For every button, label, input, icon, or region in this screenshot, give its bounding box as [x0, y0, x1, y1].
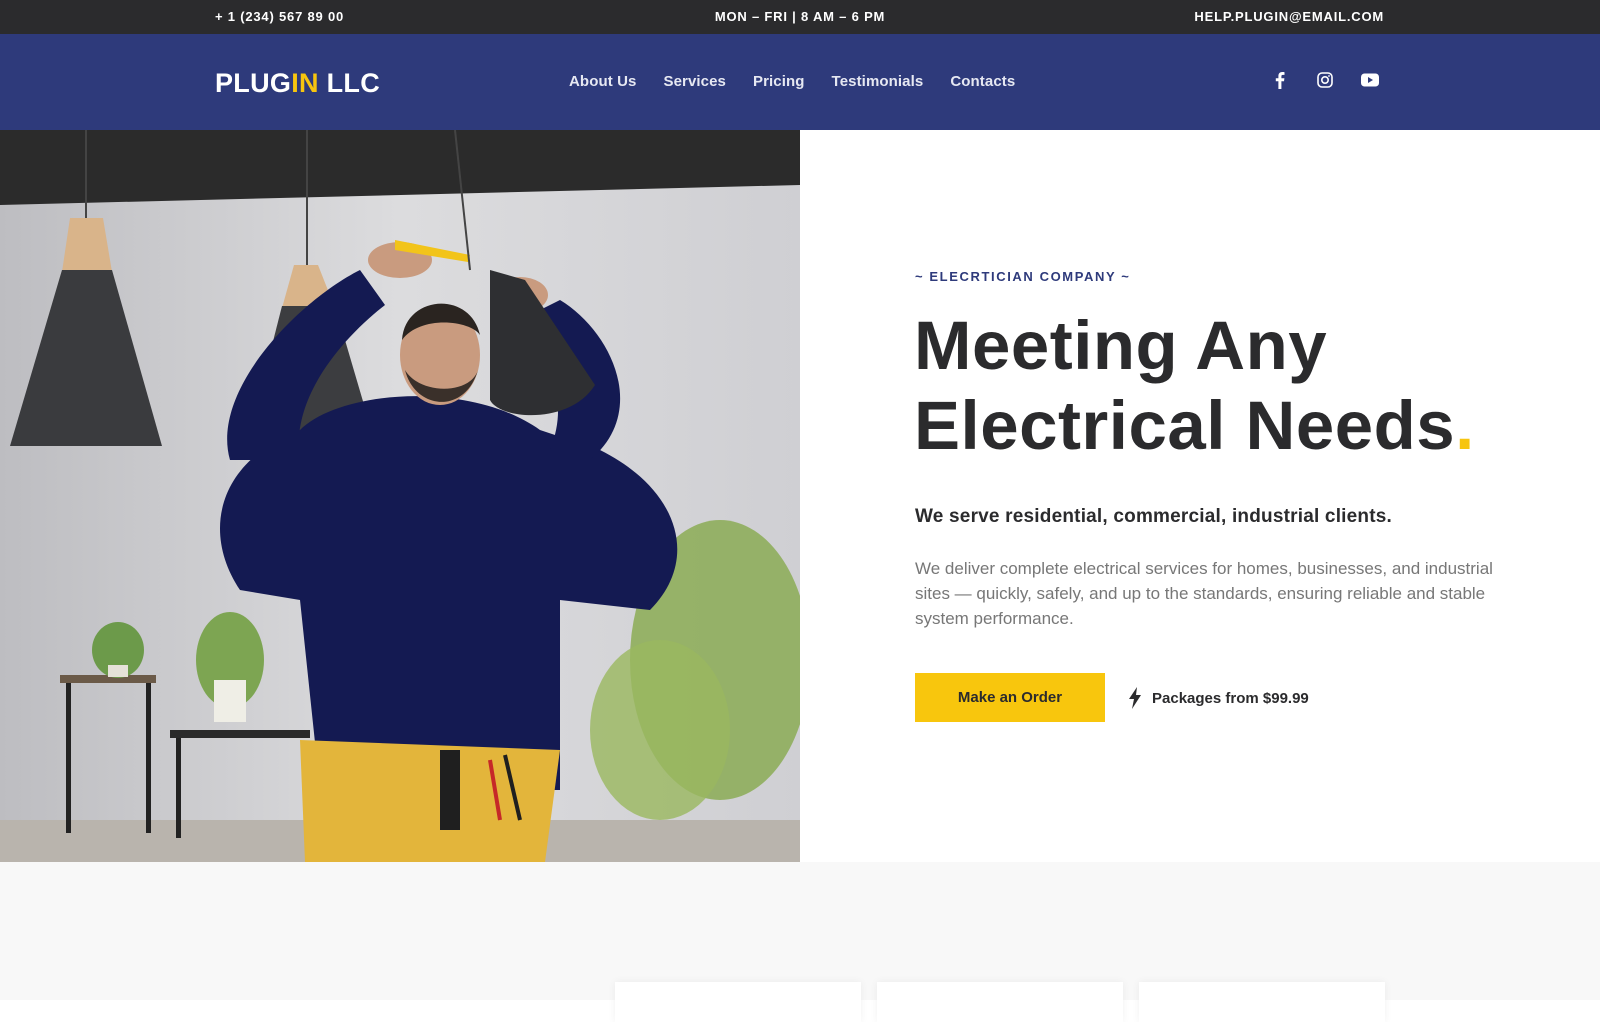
headline-line-1: Meeting Any	[914, 307, 1328, 384]
instagram-icon[interactable]	[1315, 70, 1335, 90]
hero-subheading: We serve residential, commercial, indust…	[915, 506, 1392, 527]
hero-content: ~ ELECRTICIAN COMPANY ~ Meeting Any Elec…	[800, 130, 1600, 862]
hero-photo-illustration	[0, 130, 800, 862]
nav-about-us[interactable]: About Us	[569, 73, 636, 90]
nav-contacts[interactable]: Contacts	[950, 73, 1015, 90]
services-section	[0, 862, 1600, 1022]
hero-image	[0, 130, 800, 862]
top-info-bar: MON – FRI | 8 AM – 6 PM + 1 (234) 567 89…	[0, 0, 1600, 34]
main-nav: About Us Services Pricing Testimonials C…	[569, 73, 1015, 90]
nav-testimonials[interactable]: Testimonials	[832, 73, 924, 90]
youtube-icon[interactable]	[1360, 70, 1380, 90]
hero-description: We deliver complete electrical services …	[915, 559, 1493, 628]
logo-text-plug: PLUG	[215, 68, 292, 98]
nav-pricing[interactable]: Pricing	[753, 73, 805, 90]
headline-accent-dot: .	[1455, 387, 1475, 464]
phone-link[interactable]: + 1 (234) 567 89 00	[215, 9, 344, 24]
packages-label: Packages from $99.99	[1152, 689, 1309, 707]
hero-eyebrow: ~ ELECRTICIAN COMPANY ~	[915, 269, 1131, 284]
make-order-button[interactable]: Make an Order	[915, 673, 1105, 722]
logo-text-llc: LLC	[318, 68, 380, 98]
hero-headline: Meeting Any Electrical Needs.	[914, 306, 1514, 466]
lightning-bolt-icon	[1129, 687, 1141, 709]
nav-services[interactable]: Services	[663, 73, 726, 90]
logo[interactable]: PLUGIN LLC	[215, 68, 380, 99]
packages-link[interactable]: Packages from $99.99	[1128, 687, 1309, 709]
service-card[interactable]	[615, 982, 861, 1022]
logo-text-in: IN	[291, 68, 319, 98]
service-card[interactable]	[877, 982, 1123, 1022]
headline-line-2: Electrical Needs	[914, 387, 1456, 464]
email-link[interactable]: HELP.PLUGIN@EMAIL.COM	[1194, 9, 1384, 24]
main-navbar: PLUGIN LLC About Us Services Pricing Tes…	[0, 34, 1600, 130]
service-card[interactable]	[1139, 982, 1385, 1022]
facebook-icon[interactable]	[1270, 70, 1290, 90]
